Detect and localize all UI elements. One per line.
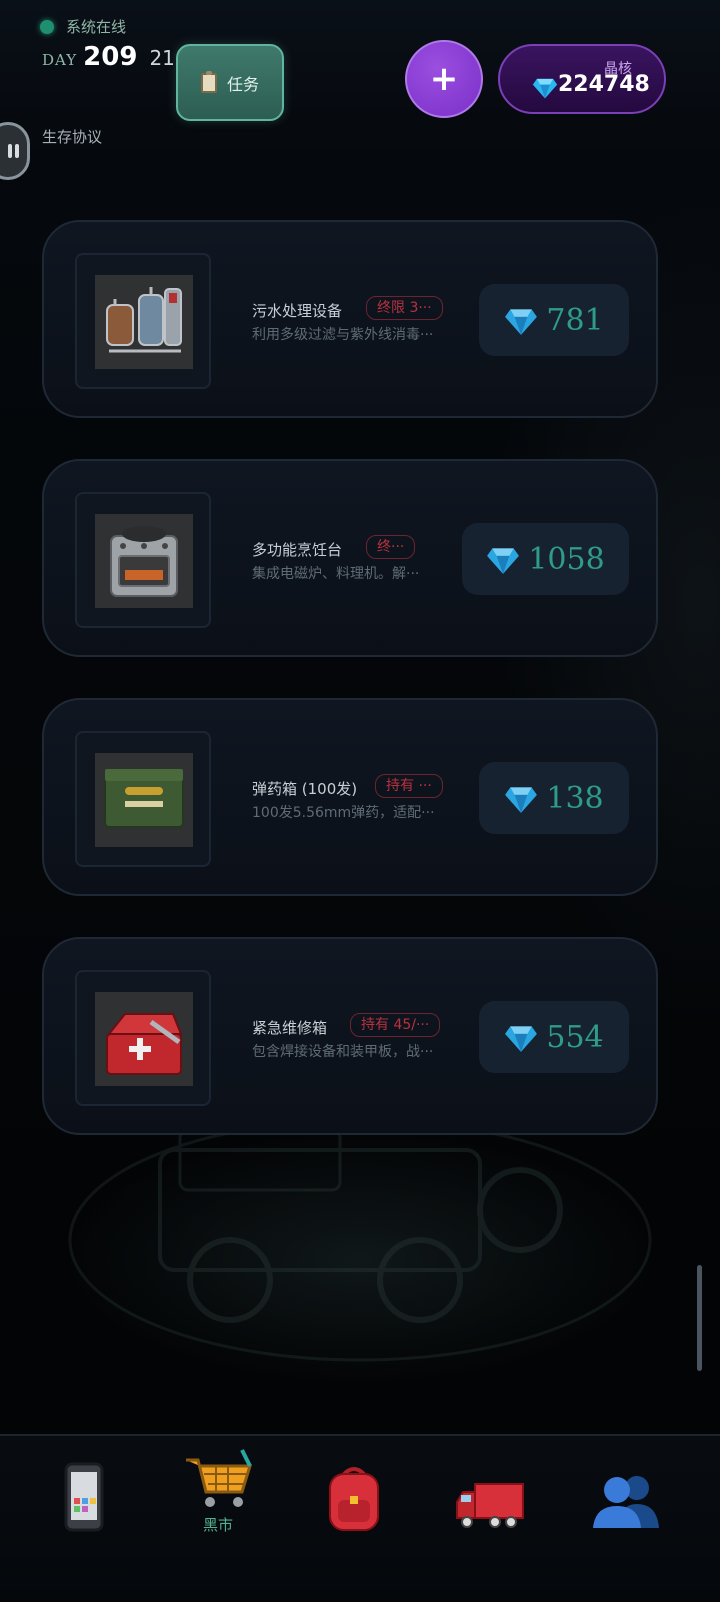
item-price: 138 bbox=[546, 780, 604, 816]
item-name: 紧急维修箱 bbox=[252, 1019, 328, 1037]
item-price: 554 bbox=[546, 1019, 604, 1055]
cooking-station-icon bbox=[95, 514, 193, 608]
item-price: 781 bbox=[546, 302, 604, 338]
crystal-balance[interactable]: 晶核 224748 bbox=[498, 44, 666, 114]
backpack-icon bbox=[329, 1467, 379, 1531]
task-button[interactable]: 任务 bbox=[176, 44, 284, 121]
protocol-label: 生存协议 bbox=[42, 128, 103, 146]
item-price: 1058 bbox=[528, 541, 605, 577]
scrollbar-thumb[interactable] bbox=[697, 1265, 702, 1371]
item-status-tag: 持有 45/··· bbox=[350, 1013, 441, 1037]
nav-item-phone[interactable] bbox=[48, 1436, 120, 1602]
users-icon bbox=[593, 1476, 659, 1528]
item-description: 利用多级过滤与紫外线消毒··· bbox=[252, 327, 434, 343]
diamond-icon bbox=[532, 78, 558, 99]
ammo-box-icon bbox=[95, 753, 193, 847]
item-name: 多功能烹饪台 bbox=[252, 541, 343, 559]
diamond-icon bbox=[505, 1026, 538, 1052]
repair-toolbox-icon bbox=[95, 992, 193, 1086]
add-crystal-button[interactable]: + bbox=[405, 40, 483, 118]
item-description: 100发5.56mm弹药，适配··· bbox=[252, 805, 435, 821]
item-thumbnail-frame bbox=[75, 253, 211, 389]
shop-item-card[interactable]: 多功能烹饪台 终··· 集成电磁炉、料理机。解··· 1058 bbox=[42, 459, 658, 657]
phone-icon bbox=[64, 1462, 104, 1532]
bottom-navigation: 黑市 bbox=[0, 1434, 720, 1600]
day-counter: DAY 209 21 bbox=[42, 42, 175, 72]
diamond-icon bbox=[505, 787, 538, 813]
shop-item-card[interactable]: 污水处理设备 终限 3··· 利用多级过滤与紫外线消毒··· 781 bbox=[42, 220, 658, 418]
diamond-icon bbox=[487, 548, 520, 574]
item-thumbnail-frame bbox=[75, 731, 211, 867]
shop-item-card[interactable]: 紧急维修箱 持有 45/··· 包含焊接设备和装甲板，战··· 554 bbox=[42, 937, 658, 1135]
status-indicator-dot bbox=[40, 19, 54, 34]
item-status-tag: 终··· bbox=[366, 535, 416, 559]
buy-price-button[interactable]: 138 bbox=[479, 762, 629, 834]
day-label: DAY bbox=[42, 51, 78, 69]
item-thumbnail-frame bbox=[75, 492, 211, 628]
nav-item-team[interactable] bbox=[588, 1436, 664, 1602]
item-status-tag: 持有 ··· bbox=[375, 774, 443, 798]
crystal-value: 224748 bbox=[558, 72, 650, 97]
water-treatment-icon bbox=[95, 275, 193, 369]
system-status: 系统在线 bbox=[40, 16, 126, 37]
day-number: 209 bbox=[83, 42, 138, 72]
item-status-tag: 终限 3··· bbox=[366, 296, 443, 320]
plus-icon: + bbox=[429, 59, 459, 99]
day-sub-value: 21 bbox=[149, 46, 175, 70]
item-description: 包含焊接设备和装甲板，战··· bbox=[252, 1044, 434, 1060]
buy-price-button[interactable]: 554 bbox=[479, 1001, 629, 1073]
truck-icon bbox=[456, 1483, 524, 1528]
item-name: 弹药箱 (100发) bbox=[252, 780, 358, 798]
background-vehicle-illustration bbox=[68, 1118, 652, 1362]
item-description: 集成电磁炉、料理机。解··· bbox=[252, 566, 420, 582]
task-button-label: 任务 bbox=[226, 74, 259, 94]
nav-label-black-market: 黑市 bbox=[202, 1516, 233, 1534]
item-thumbnail-frame bbox=[75, 970, 211, 1106]
nav-item-truck[interactable] bbox=[454, 1436, 526, 1602]
side-panel-toggle[interactable] bbox=[0, 122, 30, 180]
shop-item-card[interactable]: 弹药箱 (100发) 持有 ··· 100发5.56mm弹药，适配··· 138 bbox=[42, 698, 658, 896]
nav-item-black-market[interactable]: 黑市 bbox=[176, 1436, 260, 1602]
clipboard-icon bbox=[200, 70, 217, 93]
nav-item-backpack[interactable] bbox=[322, 1436, 386, 1602]
shopping-cart-icon bbox=[186, 1449, 253, 1507]
buy-price-button[interactable]: 1058 bbox=[462, 523, 629, 595]
status-text: 系统在线 bbox=[66, 18, 127, 36]
item-name: 污水处理设备 bbox=[252, 302, 343, 320]
diamond-icon bbox=[505, 309, 538, 335]
buy-price-button[interactable]: 781 bbox=[479, 284, 629, 356]
